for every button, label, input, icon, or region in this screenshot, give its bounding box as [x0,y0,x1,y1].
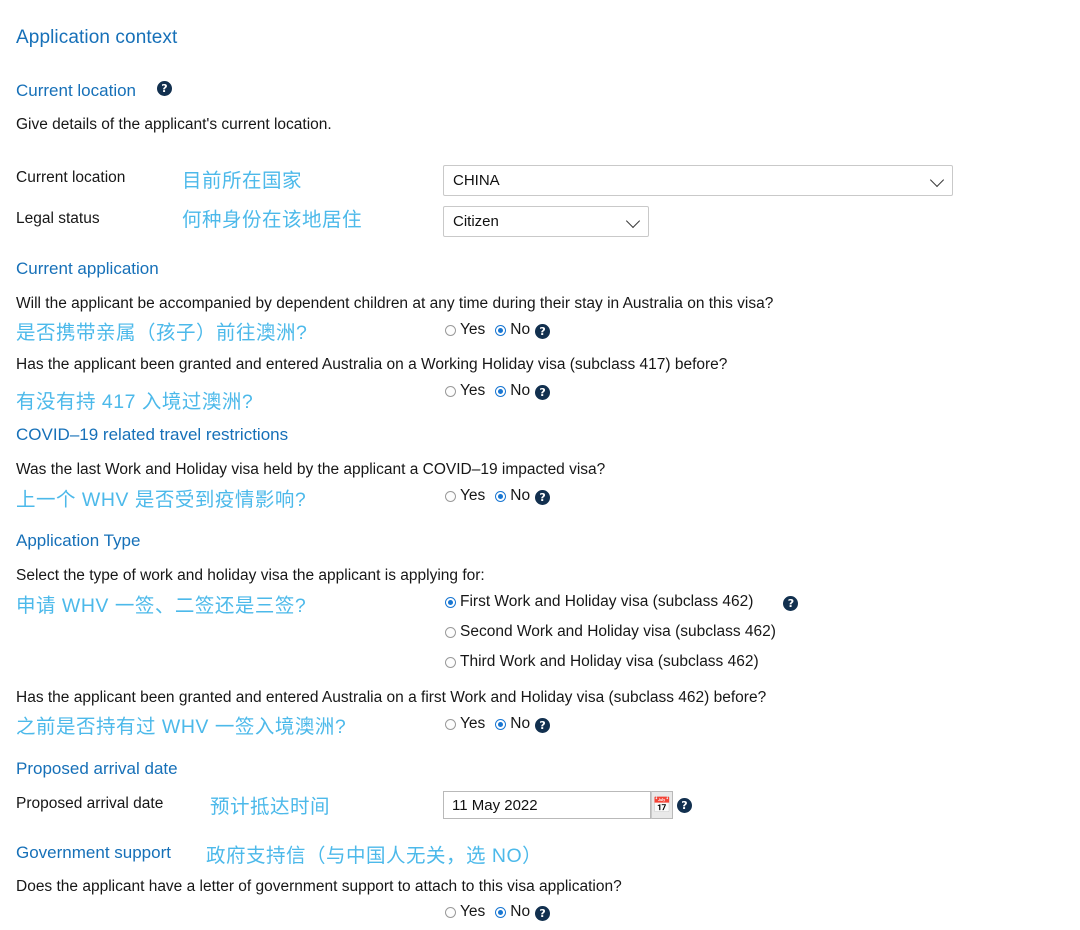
radio-group-covid-impacted[interactable]: Yes No ? [445,487,551,505]
legal-status-select[interactable]: Citizen [443,206,649,237]
radio-option-second-whv[interactable]: Second Work and Holiday visa (subclass 4… [445,623,776,641]
radio-government-support-yes[interactable] [445,906,456,918]
help-circle-icon[interactable]: ? [535,384,551,400]
radio-first-whv[interactable] [445,596,456,608]
radio-group-government-support[interactable]: Yes No ? [445,903,551,921]
current-location-label: Current location [16,169,126,186]
question-covid-impacted: Was the last Work and Holiday visa held … [16,461,606,478]
help-circle-icon[interactable]: ? [783,595,799,611]
radio-covid-impacted-yes[interactable] [445,490,456,502]
question-first-whv-before-annotation: 之前是否持有过 WHV 一签入境澳洲? [16,716,347,738]
radio-second-whv[interactable] [445,626,456,638]
proposed-arrival-date-annotation: 预计抵达时间 [210,796,331,818]
radio-label-yes: Yes [460,321,486,338]
help-circle-icon[interactable]: ? [535,323,551,339]
legal-status-value: Citizen [453,213,499,230]
help-circle-icon[interactable]: ? [535,717,551,733]
section-heading-government-support: Government support [16,843,171,862]
radio-label-yes: Yes [460,715,486,732]
question-417-visa: Has the applicant been granted and enter… [16,356,728,373]
question-dependent-children-annotation: 是否携带亲属（孩子）前往澳洲? [16,322,308,344]
radio-label-no: No [510,321,531,338]
radio-417-visa-yes[interactable] [445,385,456,397]
radio-label-no: No [510,715,531,732]
current-location-value: CHINA [453,172,500,189]
radio-option-third-whv[interactable]: Third Work and Holiday visa (subclass 46… [445,653,759,671]
current-location-annotation: 目前所在国家 [182,170,303,192]
radio-label-no: No [510,487,531,504]
question-first-whv-before: Has the applicant been granted and enter… [16,689,767,706]
radio-first-whv-before-no[interactable] [495,718,507,730]
radio-label-first-whv: First Work and Holiday visa (subclass 46… [460,593,754,610]
radio-option-first-whv[interactable]: First Work and Holiday visa (subclass 46… [445,593,799,611]
question-government-support-letter: Does the applicant have a letter of gove… [16,878,622,895]
calendar-picker-button[interactable]: 📅 [651,791,673,819]
radio-label-yes: Yes [460,382,486,399]
radio-label-yes: Yes [460,487,486,504]
radio-label-no: No [510,903,531,920]
question-covid-impacted-annotation: 上一个 WHV 是否受到疫情影响? [16,489,307,511]
current-location-description: Give details of the applicant's current … [16,116,332,133]
radio-group-dependent-children[interactable]: Yes No ? [445,321,551,339]
calendar-icon: 📅 [652,795,672,814]
section-heading-current-application: Current application [16,259,159,278]
proposed-arrival-date-label: Proposed arrival date [16,795,164,812]
radio-dependent-children-yes[interactable] [445,324,456,336]
proposed-arrival-date-input[interactable]: 11 May 2022 [443,791,651,819]
help-circle-icon[interactable]: ? [535,905,551,921]
radio-label-third-whv: Third Work and Holiday visa (subclass 46… [460,653,759,670]
visa-application-form: Application context Current location ? G… [0,0,1080,930]
section-heading-proposed-arrival-date: Proposed arrival date [16,759,178,778]
question-417-visa-annotation: 有没有持 417 入境过澳洲? [16,391,254,413]
legal-status-label: Legal status [16,210,100,227]
help-circle-icon[interactable]: ? [677,798,692,813]
application-type-annotation: 申请 WHV 一签、二签还是三签? [16,595,307,617]
legal-status-annotation: 何种身份在该地居住 [182,209,363,231]
proposed-arrival-date-value: 11 May 2022 [452,796,538,814]
chevron-down-icon [929,172,945,187]
help-circle-icon[interactable]: ? [157,81,172,96]
chevron-down-icon [625,213,641,228]
section-heading-current-location: Current location [16,81,137,100]
radio-label-no: No [510,382,531,399]
radio-third-whv[interactable] [445,656,456,668]
radio-label-second-whv: Second Work and Holiday visa (subclass 4… [460,623,776,640]
application-type-prompt: Select the type of work and holiday visa… [16,567,485,584]
question-dependent-children: Will the applicant be accompanied by dep… [16,295,774,312]
radio-group-417-visa[interactable]: Yes No ? [445,382,551,400]
radio-label-yes: Yes [460,903,486,920]
radio-group-first-whv-before[interactable]: Yes No ? [445,715,551,733]
government-support-annotation: 政府支持信（与中国人无关，选 NO） [206,845,543,867]
radio-first-whv-before-yes[interactable] [445,718,456,730]
radio-government-support-no[interactable] [495,906,507,918]
page-title: Application context [16,27,178,48]
radio-covid-impacted-no[interactable] [495,490,507,502]
help-circle-icon[interactable]: ? [535,489,551,505]
current-location-select[interactable]: CHINA [443,165,953,196]
section-heading-covid: COVID–19 related travel restrictions [16,425,289,444]
radio-dependent-children-no[interactable] [495,324,507,336]
radio-417-visa-no[interactable] [495,385,507,397]
section-heading-application-type: Application Type [16,531,141,550]
